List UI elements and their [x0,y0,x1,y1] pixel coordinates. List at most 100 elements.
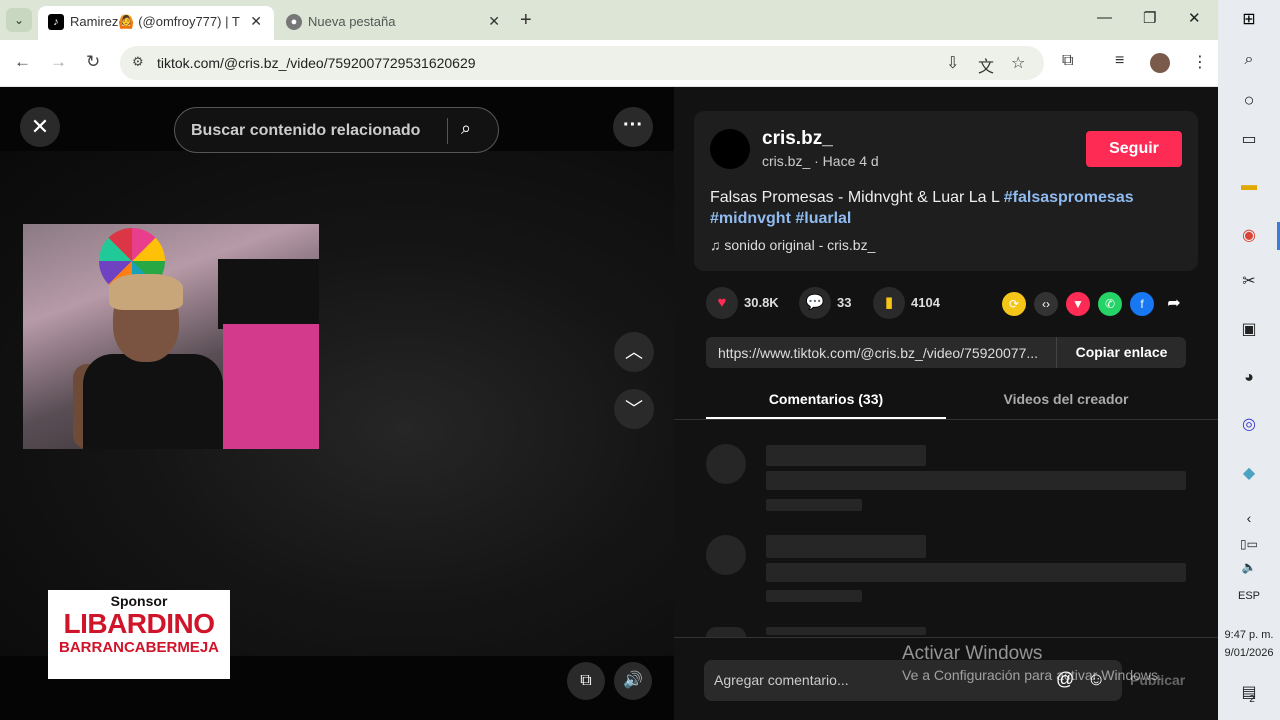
description-text: Falsas Promesas - Midnvght & Luar La L [710,189,1004,206]
hashtag-link[interactable]: #midnvght [710,210,791,227]
site-settings-icon[interactable]: ⚙ [132,54,144,70]
bookmark-star-icon[interactable]: ☆ [1011,53,1025,73]
more-options-button[interactable]: ··· [613,107,653,147]
music-line[interactable]: ♫ sonido original - cris.bz_ [710,237,875,253]
circle-app-icon[interactable]: ◎ [1237,413,1261,437]
save-count: 4104 [911,295,940,310]
close-video-button[interactable]: ✕ [20,107,60,147]
comment-count: 33 [837,295,852,310]
creator-username[interactable]: cris.bz_ [762,128,833,150]
browser-menu-icon[interactable]: ⋮ [1192,52,1208,72]
address-bar[interactable]: ⚙ tiktok.com/@cris.bz_/video/75920077295… [120,46,1044,80]
search-placeholder: Buscar contenido relacionado [191,122,421,139]
active-tab-indicator [706,417,946,419]
new-tab-button[interactable]: + [520,9,532,32]
watermark-subtitle: Ve a Configuración para activar Windows. [902,667,1162,683]
search-divider [447,118,448,144]
comment-placeholder: Agregar comentario... [714,672,849,688]
chrome-favicon-icon: ● [286,14,302,30]
skeleton-line [766,471,1186,490]
skeleton-line [766,627,926,635]
close-tab-icon[interactable]: ✕ [488,13,500,30]
skeleton-avatar [706,535,746,575]
media-controls-icon[interactable]: ≡ [1115,52,1124,70]
sponsor-banner: Sponsor LIBARDINO BARRANCABERMEJA [48,590,230,679]
follow-button[interactable]: Seguir [1086,131,1182,167]
creator-subline: cris.bz_ · Hace 4 d [762,153,879,169]
profile-avatar[interactable] [1150,53,1170,73]
embed-code-icon[interactable]: ‹› [1034,292,1058,316]
tab-title: Ramirez🙆 (@omfroy777) | TikTok [70,14,240,29]
hashtag-link[interactable]: #luarlal [795,210,851,227]
skeleton-line [766,445,926,466]
restore-icon[interactable]: ❐ [1143,9,1156,27]
related-search-box[interactable]: Buscar contenido relacionado ⌕ [174,107,499,153]
close-window-icon[interactable]: ✕ [1188,9,1201,27]
creator-avatar[interactable] [710,129,750,169]
tab-search-button[interactable]: ⌄ [6,8,32,32]
bookmark-icon[interactable]: ▮ [873,287,905,319]
browser-toolbar: ← → ↻ ⚙ tiktok.com/@cris.bz_/video/75920… [0,40,1218,87]
like-count: 30.8K [744,295,779,310]
install-app-icon[interactable]: ⇩ [946,53,959,73]
notification-count: 2 [1249,694,1255,705]
creator-handle[interactable]: cris.bz_ [762,153,810,169]
close-tab-icon[interactable]: ✕ [250,13,262,30]
clock-date[interactable]: 9/01/2026 [1218,647,1280,659]
chrome-icon[interactable]: ◉ [1237,224,1261,248]
facebook-icon[interactable]: f [1130,292,1154,316]
repost-icon[interactable]: ⟳ [1002,292,1026,316]
next-video-button[interactable]: ﹀ [614,389,654,429]
url-text: tiktok.com/@cris.bz_/video/7592007729531… [157,55,476,71]
watermark-title: Activar Windows [902,643,1043,664]
back-icon[interactable]: ← [14,52,31,72]
tab-comments[interactable]: Comentarios (33) [706,391,946,407]
capcut-icon[interactable]: ✂ [1237,270,1261,294]
minimize-icon[interactable]: — [1097,9,1112,26]
send-to-friends-icon[interactable]: ▼ [1066,292,1090,316]
post-description: Falsas Promesas - Midnvght & Luar La L #… [710,187,1180,229]
panel-tabs: Comentarios (33) Videos del creador [674,380,1218,420]
speaker-icon[interactable]: 🔈 [1237,555,1261,579]
tab-tiktok[interactable]: ♪ Ramirez🙆 (@omfroy777) | TikTok ✕ [38,6,274,40]
chevron-left-icon[interactable]: ‹ [1237,506,1261,530]
network-icon[interactable]: ▯▭ [1237,532,1261,556]
tab-new[interactable]: ● Nueva pestaña ✕ [276,6,512,40]
video-link[interactable]: https://www.tiktok.com/@cris.bz_/video/7… [718,345,1054,361]
sponsor-name: LIBARDINO [63,608,215,639]
windows-start-icon[interactable]: ⊞ [1237,8,1261,32]
details-panel: cris.bz_ cris.bz_ · Hace 4 d Seguir Fals… [674,87,1218,720]
hashtag-link[interactable]: #falsaspromesas [1004,189,1134,206]
skeleton-avatar [706,444,746,484]
copy-link-button[interactable]: Copiar enlace [1056,337,1186,368]
browser-tab-bar: ⌄ ♪ Ramirez🙆 (@omfroy777) | TikTok ✕ ● N… [0,0,1218,40]
previous-video-button[interactable]: ︿ [614,332,654,372]
heart-icon[interactable]: ♥ [706,287,738,319]
skeleton-line [766,535,926,558]
obs-icon[interactable]: ◕ [1237,366,1261,390]
music-title: sonido original - cris.bz_ [724,237,876,253]
skeleton-line [766,499,862,511]
forward-icon[interactable]: → [50,52,67,72]
cortana-icon[interactable]: ○ [1237,88,1261,112]
search-icon[interactable]: ⌕ [461,118,471,139]
tab-creator-videos[interactable]: Videos del creador [946,391,1186,407]
sponsor-label: Sponsor [110,593,168,609]
whatsapp-icon[interactable]: ✆ [1098,292,1122,316]
volume-icon[interactable]: 🔊 [614,662,652,700]
floating-player-icon[interactable]: ⧉ [567,662,605,700]
clock-time[interactable]: 9:47 p. m. [1218,629,1280,641]
comment-bubble-icon[interactable]: 💬 [799,287,831,319]
language-indicator[interactable]: ESP [1218,590,1280,602]
window-app-icon[interactable]: ▣ [1237,318,1261,342]
person-hair [109,274,183,310]
webcam-overlay [23,224,319,449]
translate-icon[interactable]: 文 [978,53,994,77]
extensions-icon[interactable]: ⧉ [1062,52,1073,70]
storage-app-icon[interactable]: ◆ [1237,462,1261,486]
file-explorer-icon[interactable]: ▬ [1237,174,1261,198]
task-view-icon[interactable]: ▭ [1237,128,1261,152]
share-arrow-icon[interactable]: ➦ [1162,292,1186,316]
search-icon[interactable]: ⌕ [1237,48,1261,72]
reload-icon[interactable]: ↻ [86,52,100,72]
